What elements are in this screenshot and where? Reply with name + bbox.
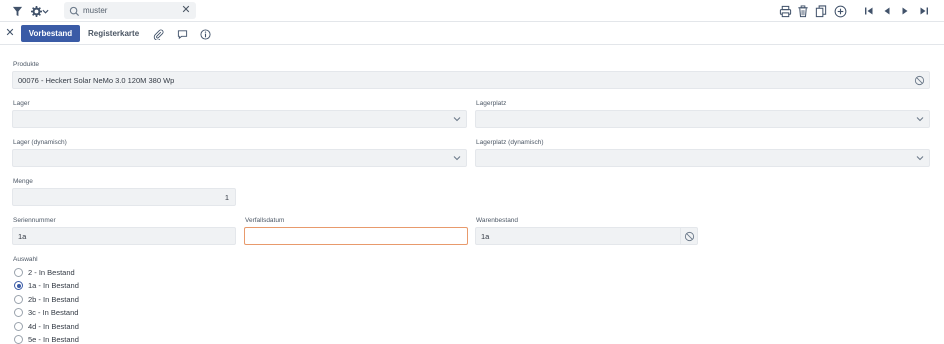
trash-icon[interactable] [795, 3, 811, 19]
verfallsdatum-label: Verfallsdatum [245, 217, 285, 224]
radio-option[interactable]: 5e - In Bestand [14, 333, 79, 344]
radio-button[interactable] [14, 308, 23, 317]
produkte-label: Produkte [13, 61, 40, 68]
chevron-down-icon[interactable] [916, 154, 924, 162]
print-icon[interactable] [777, 3, 793, 19]
auswahl-label: Auswahl [13, 256, 38, 263]
toolbar: ✕ [0, 0, 944, 22]
close-icon[interactable]: ✕ [4, 26, 16, 40]
radio-button-selected[interactable] [14, 281, 23, 290]
clear-link-icon[interactable] [914, 75, 925, 86]
radio-button[interactable] [14, 294, 23, 304]
next-icon[interactable] [897, 3, 913, 19]
radio-label: 3c - In Bestand [28, 308, 79, 317]
chevron-down-icon[interactable] [453, 115, 461, 123]
radio-label: 5e - In Bestand [28, 334, 79, 344]
prev-icon[interactable] [879, 3, 895, 19]
radio-label: 1a - In Bestand [28, 281, 79, 290]
copy-icon[interactable] [813, 3, 829, 19]
filter-icon[interactable] [9, 3, 25, 19]
menge-value: 1 [224, 192, 229, 202]
search-icon [69, 4, 81, 17]
search-input[interactable] [83, 3, 173, 18]
add-circle-icon[interactable] [832, 3, 848, 19]
radio-button[interactable] [14, 321, 23, 331]
lagerplatz-dyn-label: Lagerplatz (dynamisch) [476, 139, 544, 146]
radio-button[interactable] [14, 334, 23, 344]
lager-dyn-label: Lager (dynamisch) [13, 139, 67, 146]
clear-search-icon[interactable]: ✕ [180, 3, 192, 17]
lager-dyn-select[interactable] [12, 149, 467, 167]
radio-button[interactable] [14, 267, 23, 277]
lager-select[interactable] [12, 110, 467, 128]
tab-registerkarte[interactable]: Registerkarte [84, 25, 143, 42]
tab-row: ✕ Vorbestand Registerkarte [0, 23, 944, 45]
radio-option[interactable]: 1a - In Bestand [14, 280, 79, 292]
radio-option[interactable]: 2 - In Bestand [14, 266, 75, 278]
verfallsdatum-input[interactable] [244, 227, 468, 245]
chevron-down-icon[interactable] [453, 154, 461, 162]
radio-label: 4d - In Bestand [28, 321, 79, 331]
radio-option[interactable]: 3c - In Bestand [14, 307, 78, 319]
tab-vorbestand[interactable]: Vorbestand [21, 25, 80, 42]
seriennummer-label: Seriennummer [13, 217, 56, 224]
lagerplatz-label: Lagerplatz [476, 100, 507, 107]
info-icon[interactable] [200, 27, 212, 40]
lager-label: Lager [13, 100, 30, 107]
produkte-field[interactable]: 00076 - Heckert Solar NeMo 3.0 120M 380 … [12, 71, 930, 89]
first-page-icon[interactable] [861, 3, 877, 19]
attachment-icon[interactable] [153, 27, 165, 41]
clear-link-icon[interactable] [681, 227, 698, 245]
comment-icon[interactable] [177, 27, 189, 40]
last-page-icon[interactable] [916, 3, 932, 19]
produkte-value: 00076 - Heckert Solar NeMo 3.0 120M 380 … [18, 75, 175, 85]
lagerplatz-dyn-select[interactable] [475, 149, 930, 167]
warenbestand-input[interactable]: 1a [475, 227, 681, 245]
radio-option[interactable]: 4d - In Bestand [14, 320, 79, 332]
radio-label: 2 - In Bestand [28, 267, 75, 277]
warenbestand-label: Warenbestand [476, 217, 519, 224]
seriennummer-value: 1a [18, 231, 27, 241]
search-box: ✕ [64, 2, 196, 19]
menge-input[interactable]: 1 [12, 188, 236, 206]
radio-option[interactable]: 2b - In Bestand [14, 293, 79, 305]
radio-label: 2b - In Bestand [28, 294, 79, 304]
chevron-down-icon[interactable] [916, 115, 924, 123]
chevron-down-icon[interactable] [40, 3, 50, 19]
seriennummer-input[interactable]: 1a [12, 227, 236, 245]
menge-label: Menge [13, 178, 33, 185]
warenbestand-value: 1a [481, 231, 490, 241]
lagerplatz-select[interactable] [475, 110, 930, 128]
